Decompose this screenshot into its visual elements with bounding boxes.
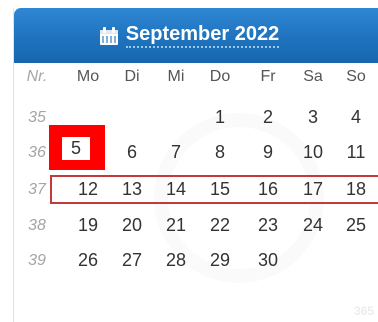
weekday-header-mi: Mi [167,67,185,85]
day-cell[interactable]: 7 [156,138,196,167]
day-cell[interactable]: 11 [336,138,376,167]
weekday-header-di: Di [124,67,140,85]
day-cell-today[interactable]: 5 [62,137,90,160]
month-title[interactable]: September 2022 [125,23,280,48]
week-row: 39 26 27 28 29 30 [0,246,365,275]
selected-week-outline [50,175,378,204]
week-number: 39 [28,251,46,269]
weekday-header-row: Nr. Mo Di Mi Do Fr Sa So [0,62,366,91]
weekday-header-mo: Mo [76,67,100,85]
day-cell[interactable]: 20 [112,211,152,240]
weekday-header-sa: Sa [303,67,323,85]
day-cell[interactable]: 26 [68,246,108,275]
day-cell[interactable]: 2 [248,103,288,132]
day-cell[interactable]: 10 [293,138,333,167]
day-cell[interactable]: 9 [248,138,288,167]
day-cell[interactable]: 6 [112,138,152,167]
weekday-header-do: Do [209,67,231,85]
day-cell[interactable]: 19 [68,211,108,240]
day-cell[interactable]: 23 [248,211,288,240]
day-cell[interactable]: 1 [200,103,240,132]
day-cell[interactable]: 27 [112,246,152,275]
day-cell[interactable]: 25 [336,211,376,240]
weekday-header-fr: Fr [260,67,276,85]
day-cell[interactable]: 28 [156,246,196,275]
day-cell[interactable]: 3 [293,103,333,132]
day-cell[interactable]: 21 [156,211,196,240]
day-cell[interactable]: 22 [200,211,240,240]
day-cell[interactable]: 8 [200,138,240,167]
day-cell[interactable]: 30 [248,246,288,275]
day-cell[interactable]: 29 [200,246,240,275]
watermark-logo: 365 [353,304,374,318]
week-number-header: Nr. [26,67,48,85]
calendar-header: September 2022 [14,8,378,63]
week-number: 38 [28,216,46,234]
weekday-header-so: So [346,67,366,85]
day-cell[interactable]: 24 [293,211,333,240]
week-row: 38 19 20 21 22 23 24 25 [0,211,366,240]
calendar-icon [99,26,118,45]
day-cell[interactable]: 4 [336,103,376,132]
